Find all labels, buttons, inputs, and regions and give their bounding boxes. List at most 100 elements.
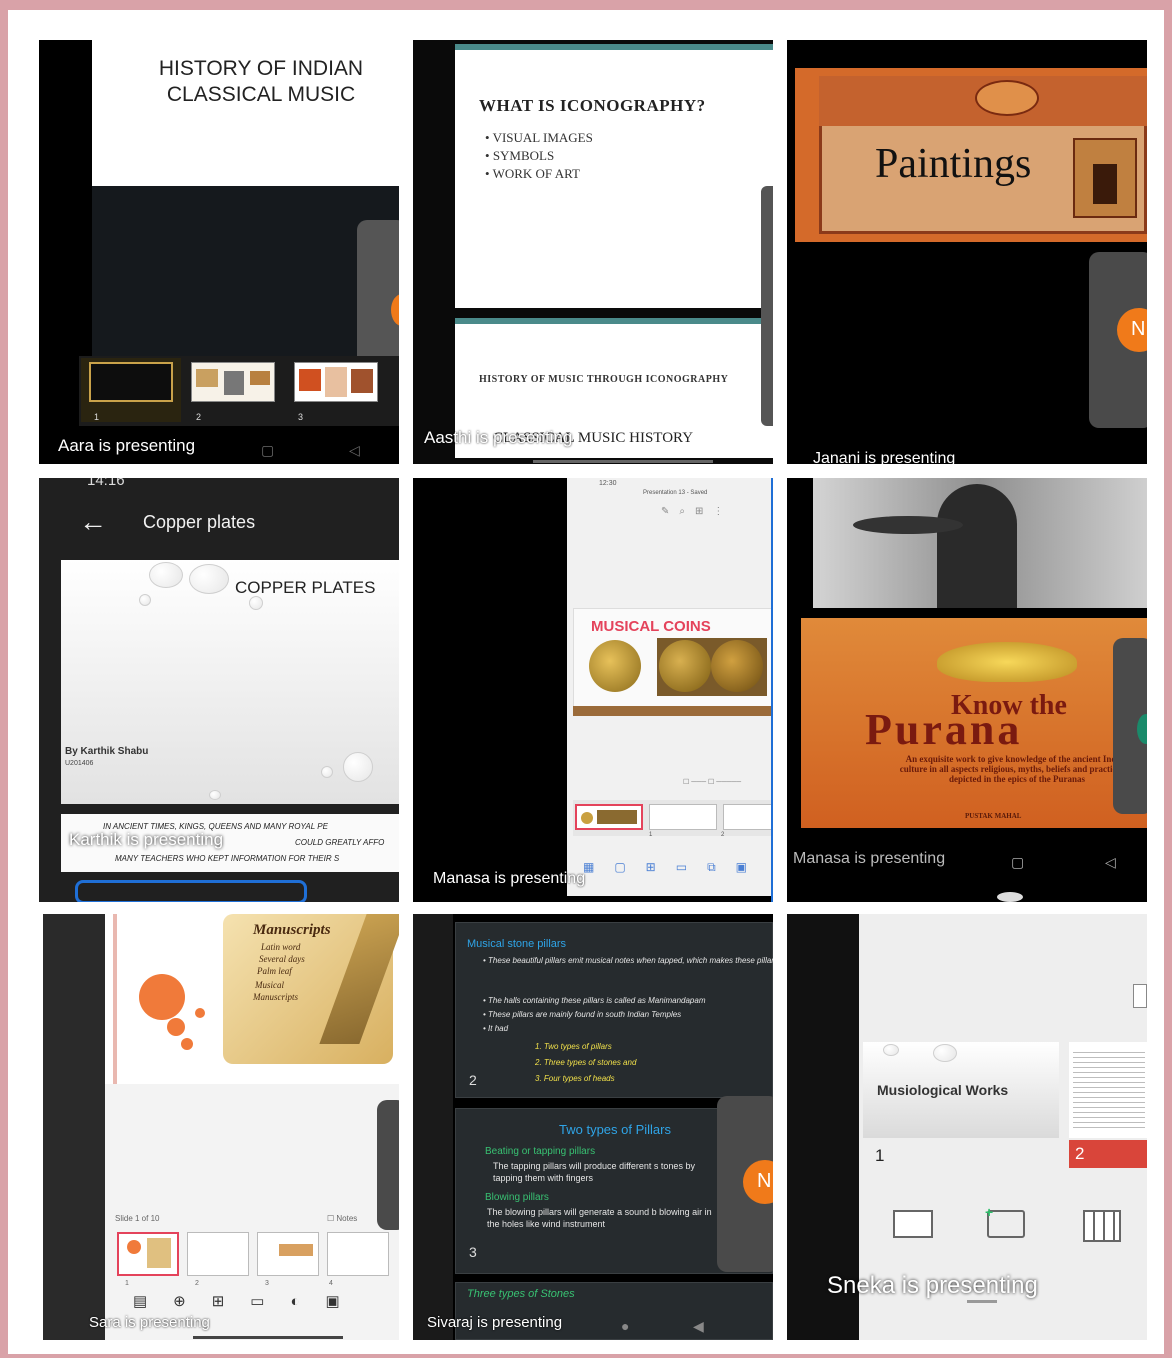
thumbnail-3[interactable]: [723, 804, 773, 830]
water-drop: [149, 562, 183, 588]
book-ornament: [937, 642, 1077, 682]
notes-line: COULD GREATLY AFFO: [295, 838, 385, 847]
slide-author: By Karthik Shabu: [65, 746, 149, 757]
thumb-image: [147, 1238, 171, 1268]
home-indicator: [997, 892, 1023, 902]
thumbnail-1-number: 1: [94, 412, 100, 422]
presenter-label: Manasa is presenting: [433, 870, 586, 887]
slide-1-bullet: • SYMBOLS: [485, 148, 555, 163]
home-indicator: [193, 1336, 343, 1339]
slide-divider: [573, 706, 773, 716]
water-drop: [189, 564, 229, 594]
slide-3-number: 3: [469, 1244, 477, 1260]
coin-image: [659, 640, 711, 692]
thumbnail-2[interactable]: [649, 804, 717, 830]
tile-manasa-coins: 12:30 Presentation 13 - Saved ✎⌕⊞⋮ MUSIC…: [413, 478, 773, 902]
back-nav-icon[interactable]: ◁: [349, 442, 360, 459]
bottom-toolbar: ▤⊕⊞▭◐▣: [133, 1293, 366, 1310]
thumbnail-4-number: 4: [329, 1280, 333, 1287]
slide-3-heading: Beating or tapping pillars: [485, 1146, 596, 1157]
thumbnail-3-number: 3: [298, 412, 304, 422]
water-drop: [883, 1044, 899, 1056]
thumbnail-3-number: 3: [265, 1280, 269, 1287]
participant-panel: [377, 1100, 399, 1230]
thumbnail-4[interactable]: [327, 1232, 389, 1276]
notes-label: Notes: [336, 1214, 358, 1223]
slide-2-bullet: • The halls containing these pillars is …: [483, 996, 706, 1005]
statue-silhouette: [937, 484, 1017, 608]
bullet-text: It had: [488, 1024, 509, 1033]
pavilion-door: [1093, 164, 1117, 204]
back-arrow-icon[interactable]: ←: [79, 508, 107, 536]
water-drop: [321, 766, 333, 778]
slide-1-title: Musiological Works: [877, 1082, 1009, 1098]
bullet-text: The halls containing these pillars is ca…: [488, 996, 706, 1005]
home-indicator: [533, 460, 713, 463]
slide-author-id: U201406: [65, 760, 94, 767]
back-nav-icon[interactable]: ◀: [693, 1318, 704, 1335]
slide-item: Musical: [255, 980, 284, 990]
coin-image: [711, 640, 763, 692]
home-nav-icon[interactable]: ▢: [1011, 854, 1024, 871]
presenter-label: Manasa is presenting: [793, 850, 946, 867]
decor-dot: [181, 1038, 193, 1050]
slide-item: Manuscripts: [253, 992, 298, 1002]
pink-bar: [113, 914, 117, 1084]
presenter-label: Sara is presenting: [89, 1314, 210, 1331]
home-nav-icon[interactable]: ●: [621, 1318, 629, 1334]
toolbar-icons: ✎⌕⊞⋮: [661, 506, 734, 517]
book-title-2: Purana: [865, 705, 1023, 754]
header-title: Copper plates: [143, 512, 256, 532]
presenter-label: Sivaraj is presenting: [427, 1314, 563, 1331]
thumbnail-2-number: 2: [721, 832, 725, 838]
thumbnail-2-number: 2: [1075, 1144, 1085, 1163]
screenshot-collage: HISTORY OF INDIAN CLASSICAL MUSIC 1 2 3 …: [8, 10, 1164, 1354]
thumbnail-1-slide: [89, 362, 173, 402]
slide-1-title: WHAT IS ICONOGRAPHY?: [479, 96, 706, 115]
thumb-image: [581, 812, 593, 824]
scroll-handle[interactable]: [761, 186, 773, 426]
home-nav-icon[interactable]: ▢: [261, 442, 274, 459]
bottom-tab[interactable]: [75, 880, 307, 902]
avatar-letter: N: [757, 1170, 772, 1192]
thumbnail-2-number: 2: [195, 1280, 199, 1287]
status-time: 12:30: [599, 480, 617, 487]
notes-button[interactable]: ☐ Notes: [327, 1214, 357, 1223]
slide-title: MUSICAL COINS: [591, 618, 711, 635]
back-nav-icon[interactable]: ◁: [1105, 854, 1116, 871]
left-strip: [43, 914, 105, 1340]
menu-icon[interactable]: [1133, 984, 1147, 1008]
slide-3-title: Two types of Pillars: [559, 1122, 671, 1137]
notes-line: MANY TEACHERS WHO KEPT INFORMATION FOR T…: [115, 854, 340, 863]
thumb-image: [127, 1240, 141, 1254]
slide-2-subitem: 2. Three types of stones and: [535, 1058, 637, 1067]
water-drop: [139, 594, 151, 606]
thumbnail-1-number: 1: [875, 1146, 885, 1165]
thumb-image: [224, 371, 244, 395]
slide-1-bullet: • VISUAL IMAGES: [485, 130, 593, 145]
thumbnail-1-number: 1: [649, 832, 653, 838]
thumbnail-2[interactable]: [187, 1232, 249, 1276]
bullet-text: These beautiful pillars emit musical not…: [488, 956, 773, 965]
notes-comments-bar: ☐ ─── ☐ ─────: [683, 779, 742, 786]
thumbnail-3[interactable]: [294, 362, 378, 402]
slide-3-paragraph: The tapping pillars will produce differe…: [493, 1161, 695, 1183]
decor-dot: [167, 1018, 185, 1036]
table-icon[interactable]: [1083, 1210, 1121, 1242]
slide-title: COPPER PLATES: [235, 578, 376, 597]
book-subtitle: An exquisite work to give knowledge of t…: [899, 754, 1135, 784]
water-drop: [249, 596, 263, 610]
tile-aara: HISTORY OF INDIAN CLASSICAL MUSIC 1 2 3 …: [39, 40, 399, 464]
app-title: Presentation 13 - Saved: [643, 490, 708, 496]
home-indicator: [967, 1300, 997, 1303]
tile-aasthi: WHAT IS ICONOGRAPHY? • VISUAL IMAGES • S…: [413, 40, 773, 464]
thumb-image: [351, 369, 373, 393]
thumbnail-2[interactable]: [191, 362, 275, 402]
thumb-image: [250, 371, 270, 385]
layout-icon[interactable]: [893, 1210, 933, 1238]
slide-2-subitem: 1. Two types of pillars: [535, 1042, 612, 1051]
tile-sivaraj: Musical stone pillars • These beautiful …: [413, 914, 773, 1340]
presenter-label: Aasthi is presenting: [424, 428, 573, 447]
tile-janani: Paintings N Janani is presenting: [787, 40, 1147, 464]
tile-sara: Manuscripts Latin word Several days Palm…: [43, 914, 399, 1340]
